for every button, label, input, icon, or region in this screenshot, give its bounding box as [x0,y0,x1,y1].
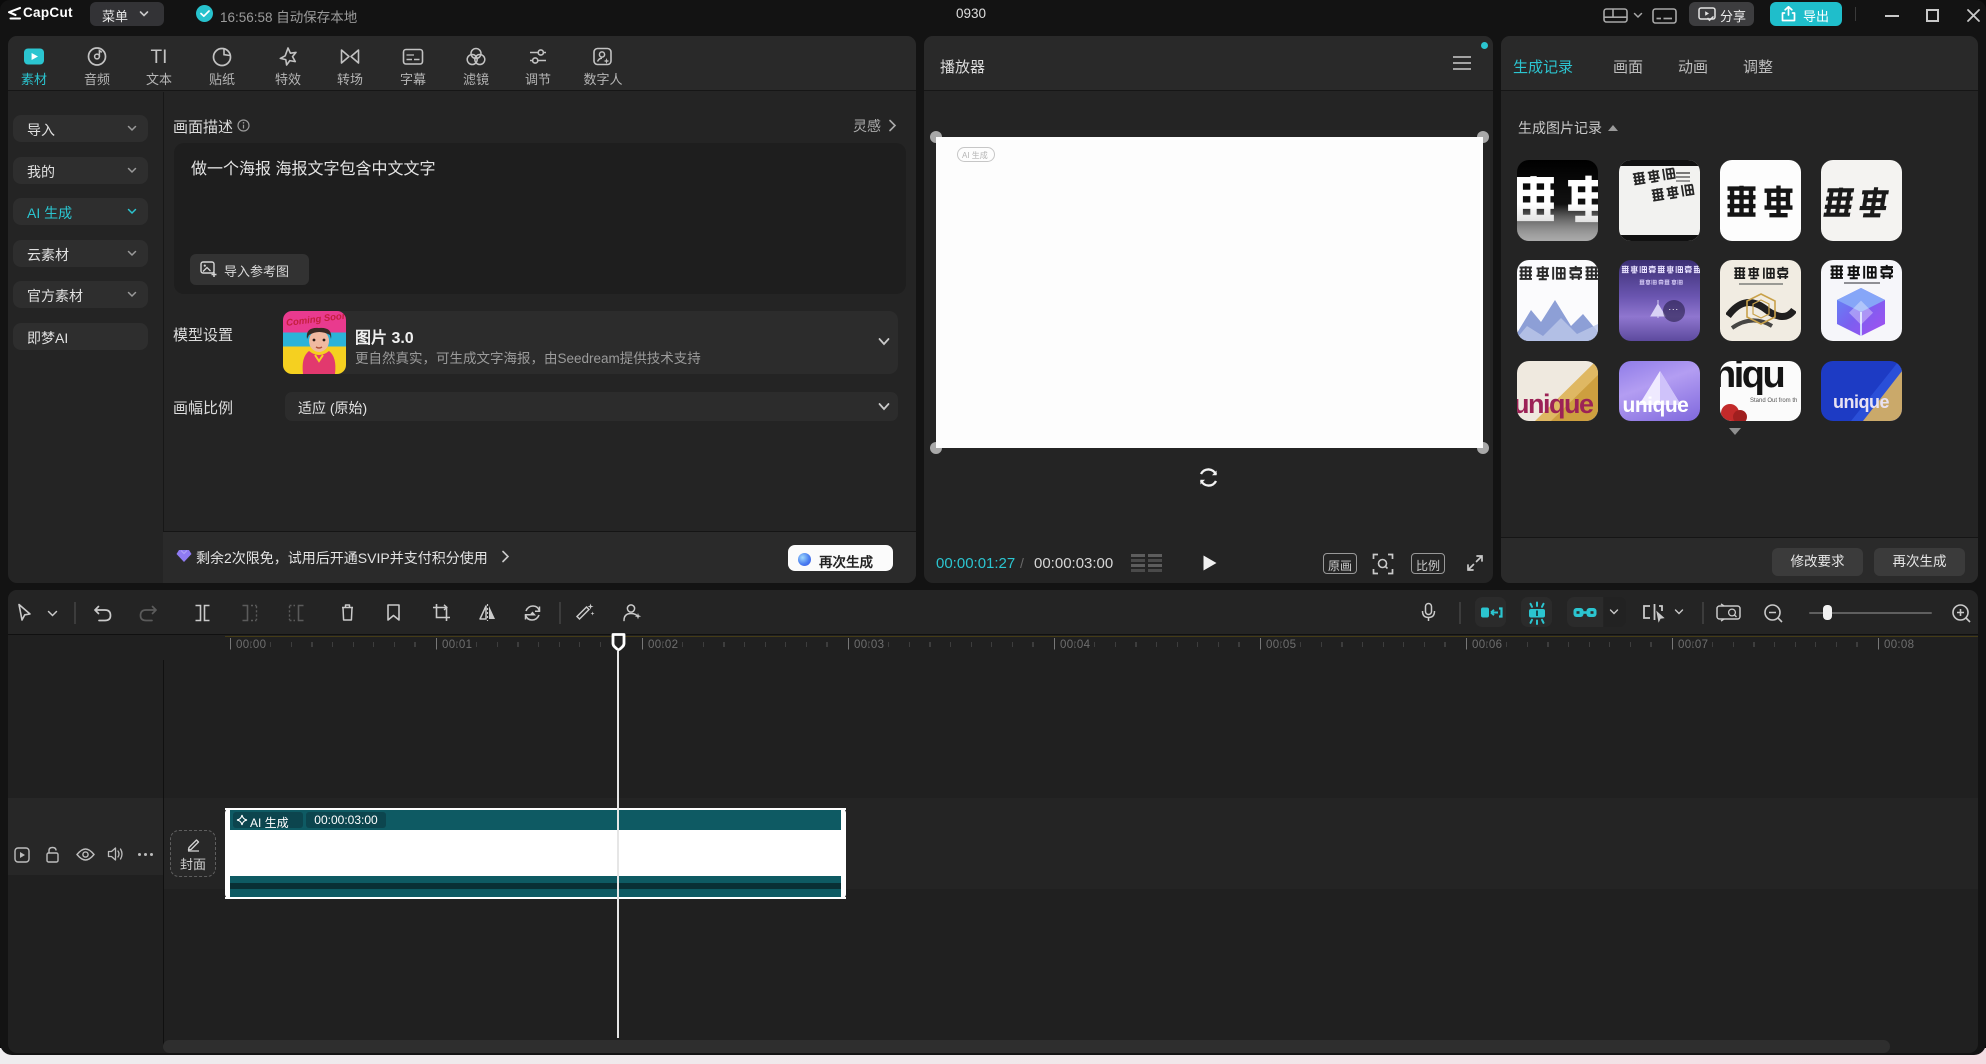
svg-text:TI: TI [151,47,168,67]
